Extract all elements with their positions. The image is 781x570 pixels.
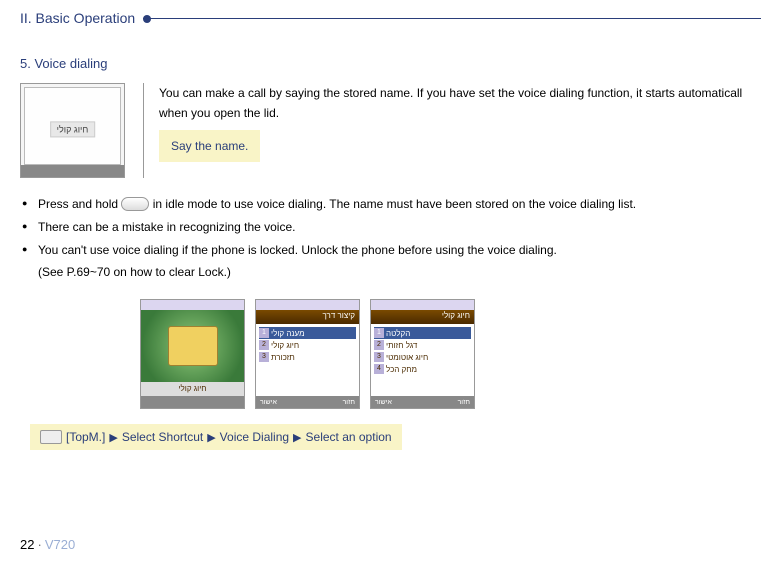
chapter-header: II. Basic Operation [20,10,761,26]
bullet-item: Press and hold in idle mode to use voice… [20,193,761,216]
navigation-path: [TopM.] ▶ Select Shortcut ▶ Voice Dialin… [30,424,402,450]
list-item: 1מענה קולי [259,327,356,339]
screen-body: 1מענה קולי 2חיוג קולי 3תזכורת [256,324,359,396]
softkey-bar: אישור חזור [371,396,474,408]
arrow-icon: ▶ [207,431,215,444]
page-footer: 22· V720 [20,537,75,552]
model-number: V720 [45,537,75,552]
softkey-left: אישור [260,399,277,406]
bullet-subtext: (See P.69~70 on how to clear Lock.) [20,261,761,284]
folder-icon [168,326,218,366]
status-bar [141,300,244,310]
path-segment: [TopM.] [66,430,105,444]
softkey-left: אישור [375,399,392,406]
screen-caption: חיוג קולי [141,382,244,396]
status-bar [371,300,474,310]
arrow-icon: ▶ [293,431,301,444]
page-number: 22 [20,537,34,552]
phone-softkey-bar [21,165,124,177]
path-segment: Select an option [306,430,392,444]
clear-key-icon [121,197,149,211]
screen-body: 1הקלטה 2דגל חזותי 3חיוג אוטומטי 4מחק הכל [371,324,474,396]
screen-body [141,310,244,382]
phone-idle-label: חיוג קולי [50,121,96,137]
say-name-callout: Say the name. [159,130,260,162]
bullet-item: There can be a mistake in recognizing th… [20,216,761,239]
softkey-right: חזור [343,399,355,406]
path-segment: Voice Dialing [220,430,289,444]
list-item: 2דגל חזותי [374,339,471,351]
phone-key-icon [40,430,62,444]
intro-text: You can make a call by saying the stored… [143,83,761,178]
phone-idle-screenshot: חיוג קולי [20,83,125,178]
header-dot-icon [143,15,151,23]
softkey-right: חזור [458,399,470,406]
list-item: 4מחק הכל [374,363,471,375]
path-segment: Select Shortcut [122,430,203,444]
intro-line-1: You can make a call by saying the stored… [159,83,761,103]
list-item: 3חיוג אוטומטי [374,351,471,363]
menu-screenshot-row: חיוג קולי קיצור דרך 1מענה קולי 2חיוג קול… [140,299,761,409]
phone-screenshot: חיוג קולי [140,299,245,409]
softkey-bar [141,396,244,408]
list-item: 3תזכורת [259,351,356,363]
list-item: 1הקלטה [374,327,471,339]
arrow-icon: ▶ [109,431,117,444]
chapter-title: II. Basic Operation [20,10,135,26]
bullet-item: You can't use voice dialing if the phone… [20,239,761,262]
phone-screenshot: חיוג קולי 1הקלטה 2דגל חזותי 3חיוג אוטומט… [370,299,475,409]
intro-row: חיוג קולי You can make a call by saying … [20,83,761,178]
bullet-text-pre: Press and hold [38,197,121,211]
bullet-text-post: in idle mode to use voice dialing. The n… [153,197,636,211]
separator-dot-icon: · [37,537,41,552]
softkey-bar: אישור חזור [256,396,359,408]
phone-screenshot: קיצור דרך 1מענה קולי 2חיוג קולי 3תזכורת … [255,299,360,409]
list-item: 2חיוג קולי [259,339,356,351]
section-title: 5. Voice dialing [20,56,761,71]
screen-header: חיוג קולי [371,310,474,324]
intro-line-2: when you open the lid. [159,103,761,123]
status-bar [256,300,359,310]
screen-header: קיצור דרך [256,310,359,324]
header-rule [143,18,761,19]
bullet-list: Press and hold in idle mode to use voice… [20,193,761,284]
